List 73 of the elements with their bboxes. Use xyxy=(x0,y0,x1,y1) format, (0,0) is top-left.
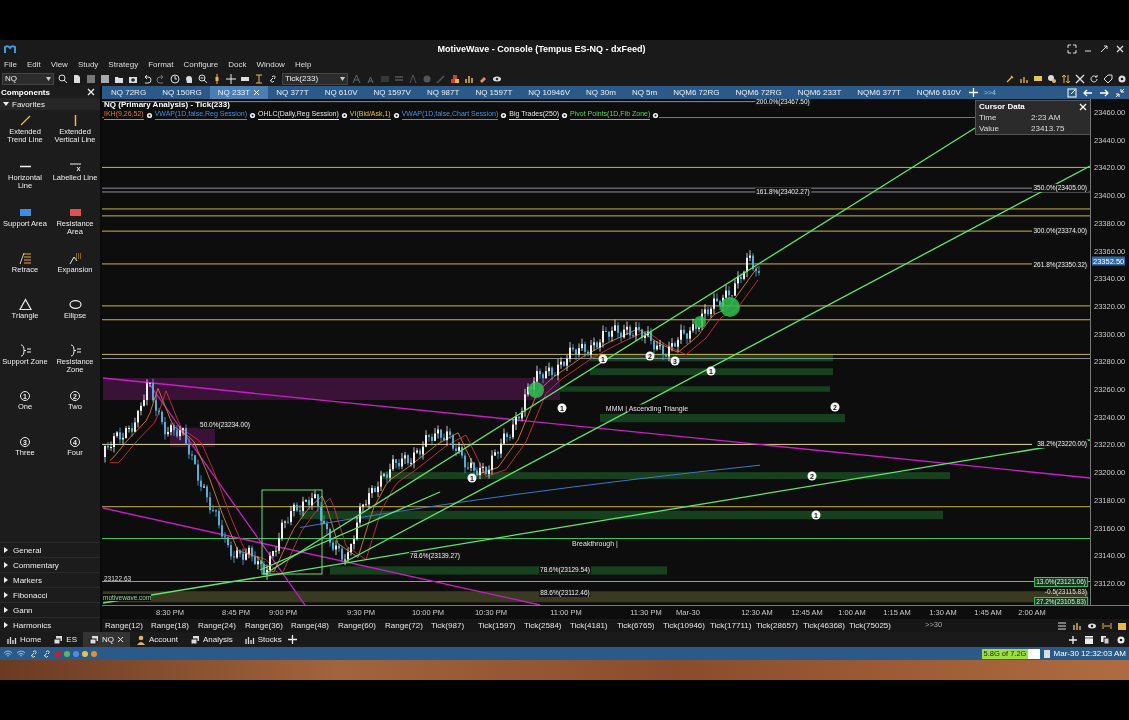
field-value: 2:23 AM xyxy=(1031,113,1061,122)
bar-period-button[interactable]: Range(12) xyxy=(105,620,143,630)
bar-period-button[interactable]: Tick(4181) xyxy=(570,620,608,630)
section-label: Harmonics xyxy=(13,620,52,630)
chart-tab[interactable]: NQ 150RG xyxy=(154,86,210,99)
section-label: General xyxy=(13,545,42,555)
bar-period-button[interactable]: Tick(28657) xyxy=(756,620,798,630)
chart-tab[interactable]: NQ 987T xyxy=(418,86,468,99)
bar-period-button[interactable]: Tick(2584) xyxy=(524,620,562,630)
bar-size-dropdown[interactable]: Tick(233) xyxy=(282,72,348,85)
section-header[interactable]: General xyxy=(0,542,100,557)
menu-item[interactable]: View xyxy=(46,59,74,69)
chart-tab[interactable]: NQM6 72RG xyxy=(727,86,790,99)
bar-period-button[interactable]: Range(18) xyxy=(151,620,189,630)
menu-item[interactable]: Window xyxy=(252,59,291,69)
window-title: MotiveWave - Console (Tempus ES-NQ - dxFeed) xyxy=(436,43,647,54)
workspace-tab[interactable]: Analysis xyxy=(183,632,239,647)
chart-tab[interactable]: NQM6 610V xyxy=(908,86,969,99)
chart-title: NQ (Primary Analysis) - Tick(233) xyxy=(104,100,230,109)
chart-tab[interactable]: NQM6 72RG xyxy=(665,86,728,99)
symbol-dropdown[interactable]: NQ xyxy=(2,72,54,85)
chart-tab[interactable]: NQ 10946V xyxy=(520,86,579,99)
section-header[interactable]: Gann xyxy=(0,602,100,617)
chart-tab[interactable]: NQ 377T xyxy=(268,86,317,99)
bar-period-button[interactable]: Tick(46368) xyxy=(803,620,845,630)
bar-period-button[interactable]: Tick(6765) xyxy=(617,620,655,630)
section-header[interactable]: Markers xyxy=(0,572,100,587)
bar-period-button[interactable]: Range(36) xyxy=(245,620,283,630)
field-label: Value xyxy=(979,124,1000,133)
section-label: Gann xyxy=(13,605,33,615)
chart-tab[interactable]: NQ 1597V xyxy=(365,86,419,99)
workspace-tab[interactable]: Account xyxy=(130,632,184,647)
menu-item[interactable]: Strategy xyxy=(104,59,145,69)
workspace-tab[interactable]: ES xyxy=(47,632,83,647)
chart-tab[interactable]: NQ 233T xyxy=(209,86,269,99)
panel-title: Components xyxy=(1,87,50,97)
bar-period-button[interactable]: Tick(75025) xyxy=(849,620,891,630)
chart-tab[interactable]: NQ 610V xyxy=(316,86,366,99)
bar-period-button[interactable]: Range(24) xyxy=(198,620,236,630)
section-header[interactable]: Commentary xyxy=(0,557,100,572)
bar-period-button[interactable]: Tick(1597) xyxy=(478,620,516,630)
field-label: Time xyxy=(979,113,998,122)
workspace-tab[interactable]: NQ xyxy=(83,632,130,647)
section-label: Favorites xyxy=(12,99,45,109)
bar-period-button[interactable]: Tick(10946) xyxy=(663,620,705,630)
workspace-tab[interactable]: Home xyxy=(1,632,48,647)
menu-item[interactable]: File xyxy=(0,59,23,69)
chart-tab[interactable]: NQM6 377T xyxy=(849,86,909,99)
bar-period-button[interactable]: Tick(987) xyxy=(431,620,465,630)
menu-item[interactable]: Format xyxy=(144,59,180,69)
chart-tab[interactable]: NQM6 233T xyxy=(789,86,850,99)
menu-item[interactable]: Study xyxy=(73,59,105,69)
bar-period-button[interactable]: Range(72) xyxy=(385,620,423,630)
chart-tab[interactable]: NQ 1597T xyxy=(467,86,521,99)
date-time: Mar-30 12:32:03 AM xyxy=(1053,649,1126,658)
chart-tab[interactable]: NQ 30m xyxy=(578,86,624,99)
menu-item[interactable]: Configure xyxy=(179,59,225,69)
field-value: 23413.75 xyxy=(1031,124,1065,133)
workspace-tab[interactable]: Stocks xyxy=(238,632,288,647)
bar-period-button[interactable]: Range(48) xyxy=(291,620,329,630)
section-label: Markers xyxy=(13,575,42,585)
menu-item[interactable]: Dock xyxy=(224,59,253,69)
panel-title: Cursor Data xyxy=(979,102,1025,111)
bar-period-button[interactable]: Tick(17711) xyxy=(710,620,752,630)
section-label: Fibonacci xyxy=(13,590,48,600)
chart-tab[interactable]: NQ 72RG xyxy=(103,86,155,99)
menu-item[interactable]: Help xyxy=(290,59,318,69)
section-header[interactable]: Favorites xyxy=(0,98,100,110)
section-header[interactable]: Fibonacci xyxy=(0,587,100,602)
bar-period-button[interactable]: Range(60) xyxy=(338,620,376,630)
section-label: Commentary xyxy=(13,560,59,570)
chart-tab[interactable]: NQ 5m xyxy=(623,86,666,99)
menu-item[interactable]: Edit xyxy=(22,59,47,69)
